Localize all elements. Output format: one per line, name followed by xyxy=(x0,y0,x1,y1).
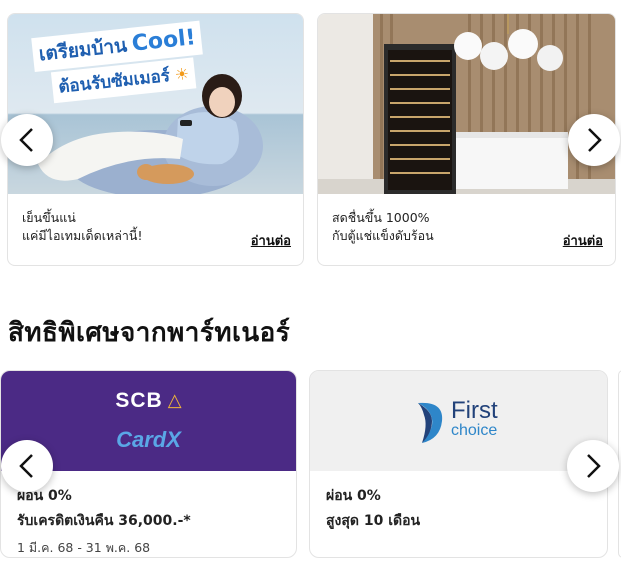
offer-line2: สูงสุด 10 เดือน xyxy=(326,513,421,529)
chevron-right-icon xyxy=(588,128,602,152)
partner-prev-button[interactable] xyxy=(1,440,53,492)
article-text-line2: กับตู้แช่แข็งดับร้อน xyxy=(332,228,434,243)
article-image-wine-cooler xyxy=(318,14,615,194)
bell-icon: △ xyxy=(167,390,182,411)
cardx-logo-text: CardX xyxy=(116,427,181,452)
article-summary: เย็นขึ้นแน่ แค่มีไอเทมเด็ดเหล่านี้! xyxy=(22,209,142,245)
carousel-next-button[interactable] xyxy=(568,114,620,166)
chevron-right-icon xyxy=(587,454,601,478)
partner-next-button[interactable] xyxy=(567,440,619,492)
read-more-link[interactable]: อ่านต่อ xyxy=(251,230,291,251)
scb-logo-text: SCB xyxy=(115,389,163,412)
partner-offer-text: ผ่อน 0% สูงสุด 10 เดือน xyxy=(326,485,420,532)
article-summary: สดชื่นขึ้น 1000% กับตู้แช่แข็งดับร้อน xyxy=(332,209,434,245)
article-text-line2: แค่มีไอเทมเด็ดเหล่านี้! xyxy=(22,228,143,243)
partner-logo-first-choice: First choice xyxy=(310,371,607,471)
article-text-line1: สดชื่นขึ้น 1000% xyxy=(332,210,430,225)
article-text-line1: เย็นขึ้นแน่ xyxy=(22,210,76,225)
offer-line1: ผ่อน 0% xyxy=(326,488,381,504)
offer-line2: รับเครดิตเงินคืน 36,000.-* xyxy=(17,513,191,529)
banner-line1: เตรียมบ้าน xyxy=(37,34,129,66)
first-choice-logo-top: First xyxy=(451,397,498,424)
chevron-left-icon xyxy=(19,128,33,152)
sun-icon: ☀ xyxy=(173,63,191,85)
banner-word: Cool! xyxy=(130,25,197,57)
partner-offer-text: ผ่อน 0% รับเครดิตเงินคืน 36,000.-* 1 มี.… xyxy=(17,485,191,557)
first-choice-swoosh-icon xyxy=(418,402,443,443)
offer-line1: ผ่อน 0% xyxy=(17,488,72,504)
first-choice-logo-bottom: choice xyxy=(451,422,498,439)
carousel-prev-button[interactable] xyxy=(1,114,53,166)
offer-date: 1 มี.ค. 68 - 31 พ.ค. 68 xyxy=(17,540,151,555)
chevron-left-icon xyxy=(19,454,33,478)
section-title-partners: สิทธิพิเศษจากพาร์ทเนอร์ xyxy=(8,318,291,348)
partner-card-first-choice[interactable]: First choice ผ่อน 0% สูงสุด 10 เดือน xyxy=(309,370,608,558)
read-more-link[interactable]: อ่านต่อ xyxy=(563,230,603,251)
